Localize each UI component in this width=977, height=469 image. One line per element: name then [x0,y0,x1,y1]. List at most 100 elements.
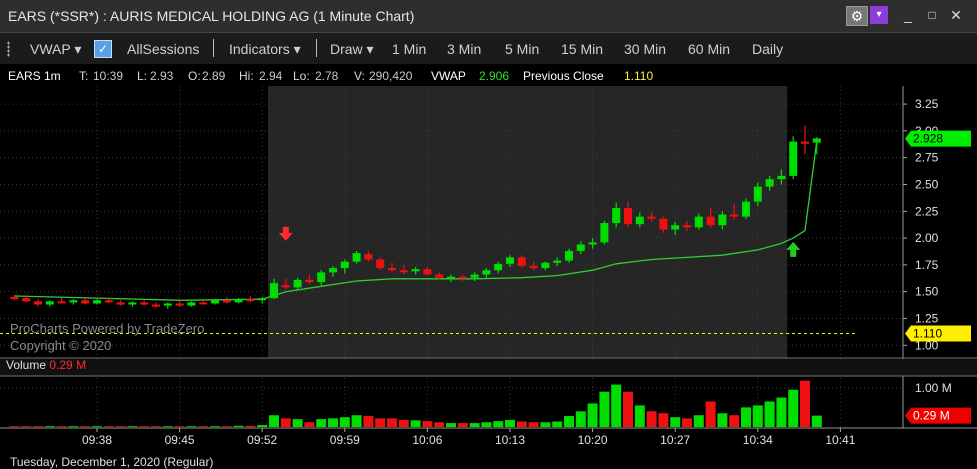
candle-body [765,179,774,187]
volume-bar [788,389,799,427]
toolbar-grip-icon[interactable] [7,41,10,57]
close-icon[interactable]: ✕ [948,6,964,24]
volume-pane-label: Volume [6,358,47,372]
interval-1min[interactable]: 1 Min [392,41,426,57]
draw-dropdown[interactable]: Draw ▾ [330,41,374,58]
volume-bar [634,405,645,427]
volume-bar [221,426,232,427]
candle-body [152,304,160,307]
candle-body [45,301,54,305]
volume-bar [540,422,551,427]
allsessions-label[interactable]: AllSessions [127,41,199,57]
time-tick-label: 10:34 [743,433,773,447]
ohlc-info-bar: EARS 1m T: 10:39 L: 2.93 O: 2.89 Hi: 2.9… [0,66,977,86]
volume-bar [528,422,539,427]
volume-bar [398,419,409,427]
volume-bar [162,426,173,427]
interval-60min[interactable]: 60 Min [688,41,730,57]
candle-body [364,254,373,260]
last-value: 2.93 [150,69,174,83]
indicators-dropdown[interactable]: Indicators ▾ [229,41,301,58]
open-label: O: [188,69,201,83]
interval-daily[interactable]: Daily [752,41,783,57]
candle-body [529,265,538,269]
volume-bar [44,426,55,427]
candle-body [211,300,219,304]
candle-body [423,269,432,275]
prev-close-tag: 1.110 [913,326,942,340]
watermark-line2: Copyright © 2020 [10,338,112,353]
candle-body [305,279,314,283]
volume-bar [729,415,740,427]
volume-bar [233,425,244,427]
window-menu-icon[interactable]: ▾ [870,6,888,24]
price-tick-label: 2.00 [915,231,939,245]
volume-tick-label: 1.00 M [915,381,952,395]
vwap-value: 2.906 [479,69,510,83]
volume-bar [752,405,763,427]
volume-bar [363,416,374,427]
candle-body [506,257,514,264]
volume-bar [198,426,209,427]
volume-label: V: [354,69,365,83]
candle-body [742,201,750,217]
volume-bar [811,415,822,427]
interval-3min[interactable]: 3 Min [447,41,481,57]
time-tick-label: 10:41 [825,433,855,447]
volume-bar [92,426,102,427]
candle-body [458,276,467,279]
volume-bar [257,425,268,427]
price-tick-label: 1.75 [915,258,939,272]
volume-bar [564,416,574,427]
interval-15min[interactable]: 15 Min [561,41,603,57]
volume-bar [375,418,386,427]
volume-bar [800,380,810,427]
allsessions-checkbox[interactable]: ✓ [94,40,112,58]
price-volume-chart[interactable]: 1.001.251.501.752.002.252.502.753.003.25… [0,86,977,456]
volume-pane-header: Volume 0.29 M [6,358,86,372]
prevclose-value: 1.110 [624,69,654,83]
candle-body [81,300,90,304]
candle-body [706,216,715,226]
candle-body [376,259,385,269]
settings-gear-icon[interactable]: ⚙ [846,6,868,26]
time-tick-label: 10:06 [412,433,442,447]
volume-bar [493,421,504,427]
minimize-icon[interactable]: _ [900,6,916,24]
candle-body [317,272,326,283]
candle-body [22,298,31,302]
volume-bar [457,423,468,427]
vwap-dropdown[interactable]: VWAP ▾ [30,41,81,58]
candle-body [718,214,727,226]
interval-5min[interactable]: 5 Min [505,41,539,57]
interval-30min[interactable]: 30 Min [624,41,666,57]
chart-toolbar: VWAP ▾ ✓ AllSessions Indicators ▾ Draw ▾… [0,33,977,64]
price-tick-label: 3.25 [915,97,939,111]
volume-bar [599,391,610,427]
volume-header-bg [0,359,977,376]
candle-body [435,274,444,278]
maximize-icon[interactable]: □ [924,6,940,24]
low-label: Lo: [293,69,310,83]
candle-body [612,208,621,224]
candle-body [517,257,526,266]
candle-body [57,301,66,304]
candle-body [753,186,762,202]
volume-bar [245,425,256,427]
candle-body [104,300,113,303]
volume-bar [80,426,91,427]
volume-bar [410,420,421,427]
open-value: 2.89 [202,69,226,83]
volume-bar [446,423,456,427]
volume-bar [139,426,150,427]
volume-bar [741,407,751,427]
time-tick-label: 09:52 [247,433,277,447]
time-label: T: [79,69,89,83]
title-bar: EARS (*SSR*) : AURIS MEDICAL HOLDING AG … [0,0,977,33]
volume-bar [434,422,445,427]
volume-bar [387,418,397,427]
price-tick-label: 2.50 [915,177,939,191]
candle-body [329,268,337,273]
session-date-label: Tuesday, December 1, 2020 (Regular) [10,455,214,469]
volume-pane-value: 0.29 M [49,358,87,372]
